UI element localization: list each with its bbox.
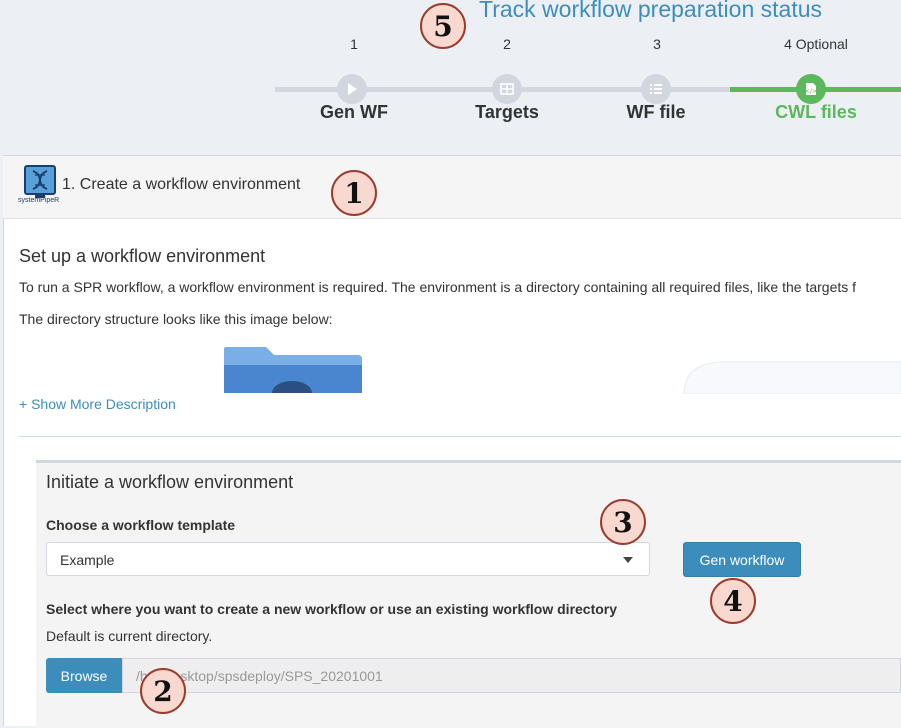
show-more-link[interactable]: + Show More Description	[19, 396, 176, 412]
browse-button[interactable]: Browse	[46, 658, 122, 693]
svg-text:</>: </>	[805, 88, 817, 95]
section-heading: Set up a workflow environment	[19, 246, 266, 266]
intro-paragraph: To run a SPR workflow, a workflow enviro…	[19, 279, 857, 295]
step-gen-wf[interactable]	[337, 74, 367, 104]
directory-diagram-image	[683, 361, 901, 394]
tracker-title: Track workflow preparation status	[479, 0, 823, 22]
template-label: Choose a workflow template	[46, 517, 236, 533]
step-wf-file[interactable]	[641, 74, 671, 104]
step-label-cwl-files[interactable]: CWL files	[746, 102, 886, 123]
step-number-3: 3	[653, 36, 661, 52]
callout-5: 5	[420, 3, 466, 49]
folder-icon	[224, 347, 362, 393]
step-label-wf-file[interactable]: WF file	[586, 102, 726, 123]
step-cwl-files[interactable]: </>	[796, 74, 826, 104]
caret-down-icon	[623, 557, 633, 563]
directory-label: Select where you want to create a new wo…	[46, 601, 618, 617]
gen-workflow-button[interactable]: Gen workflow	[683, 542, 801, 577]
file-code-icon: </>	[805, 83, 817, 95]
systempiper-logo: systemPipeR	[18, 164, 60, 208]
divider	[19, 436, 901, 437]
list-icon	[650, 84, 662, 94]
play-icon	[348, 83, 357, 95]
callout-3: 3	[600, 499, 646, 545]
callout-1: 1	[331, 170, 377, 216]
step-label-targets[interactable]: Targets	[437, 102, 577, 123]
directory-hint: Default is current directory.	[46, 628, 213, 644]
step-number-2: 2	[503, 36, 511, 52]
step-targets[interactable]	[492, 74, 522, 104]
logo-text: systemPipeR	[18, 197, 60, 204]
step-number-4: 4 Optional	[784, 36, 848, 52]
panel-title: Initiate a workflow environment	[46, 472, 294, 492]
step-number-1: 1	[350, 36, 358, 52]
callout-2: 2	[140, 668, 186, 714]
callout-4: 4	[710, 578, 756, 624]
directory-path-input[interactable]: /h z/Desktop/spsdeploy/SPS_20201001	[122, 658, 901, 693]
template-select[interactable]: Example	[46, 542, 650, 576]
template-select-value: Example	[60, 552, 115, 568]
structure-paragraph: The directory structure looks like this …	[19, 311, 333, 327]
step-label-gen-wf[interactable]: Gen WF	[284, 102, 424, 123]
table-icon	[500, 83, 514, 95]
box-title[interactable]: 1. Create a workflow environment	[62, 176, 300, 194]
